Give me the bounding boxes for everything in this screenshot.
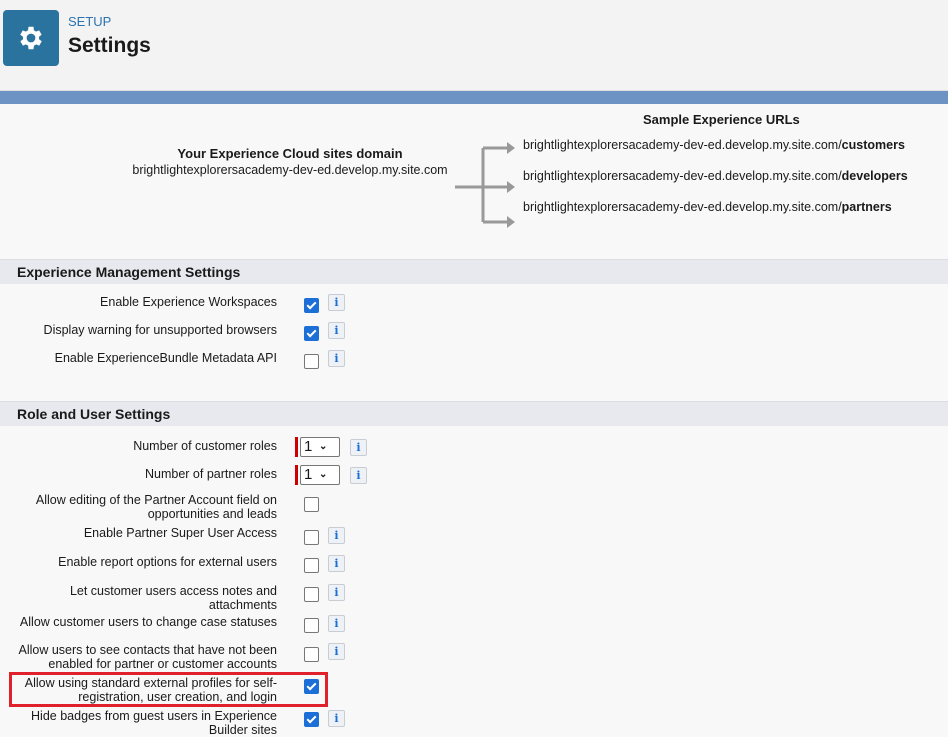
hide-badges-checkbox[interactable] (304, 712, 319, 727)
notes-attachments-checkbox[interactable] (304, 587, 319, 602)
info-icon[interactable]: i (328, 643, 345, 660)
setting-label: Hide badges from guest users in Experien… (31, 709, 277, 737)
info-icon[interactable]: i (350, 467, 367, 484)
domain-value: brightlightexplorersacademy-dev-ed.devel… (132, 163, 448, 177)
setting-label: Allow customer users to change case stat… (19, 615, 277, 629)
setting-label: Enable report options for external users (58, 555, 277, 569)
domain-block: Your Experience Cloud sites domain brigh… (100, 146, 480, 177)
page-header: SETUP Settings (0, 0, 948, 91)
case-status-checkbox[interactable] (304, 618, 319, 633)
setting-label: Allow users to see contacts that have no… (18, 643, 278, 671)
info-icon[interactable]: i (328, 527, 345, 544)
partner-super-user-checkbox[interactable] (304, 530, 319, 545)
setting-label: Enable Partner Super User Access (83, 526, 277, 540)
experiencebundle-api-checkbox[interactable] (304, 354, 319, 369)
branch-arrow-icon (455, 142, 515, 228)
enable-workspaces-checkbox[interactable] (304, 298, 319, 313)
info-icon[interactable]: i (328, 322, 345, 339)
gear-icon (3, 10, 59, 66)
info-icon[interactable]: i (350, 439, 367, 456)
setting-label: Allow using standard external profiles f… (24, 676, 277, 704)
setting-label: Let customer users access notes and atta… (69, 584, 277, 612)
info-icon[interactable]: i (328, 710, 345, 727)
chevron-down-icon: ⌄ (319, 441, 328, 452)
domain-label: Your Experience Cloud sites domain (177, 146, 403, 161)
info-icon[interactable]: i (328, 350, 345, 367)
sample-url-developers[interactable]: brightlightexplorersacademy-dev-ed.devel… (523, 169, 908, 183)
page-title: Settings (68, 34, 151, 57)
setting-label: Number of partner roles (144, 467, 277, 481)
setting-label: Allow editing of the Partner Account fie… (35, 493, 277, 521)
sample-url-partners[interactable]: brightlightexplorersacademy-dev-ed.devel… (523, 200, 892, 214)
info-icon[interactable]: i (328, 294, 345, 311)
info-icon[interactable]: i (328, 555, 345, 572)
info-icon[interactable]: i (328, 615, 345, 632)
setting-label: Enable ExperienceBundle Metadata API (54, 351, 277, 365)
standard-external-profiles-checkbox[interactable] (304, 679, 319, 694)
breadcrumb[interactable]: SETUP (68, 14, 111, 29)
see-contacts-checkbox[interactable] (304, 647, 319, 662)
info-icon[interactable]: i (328, 584, 345, 601)
setting-label: Enable Experience Workspaces (100, 295, 277, 309)
section-role-user: Role and User Settings (0, 401, 948, 426)
section-experience-management: Experience Management Settings (0, 259, 948, 284)
chevron-down-icon: ⌄ (319, 469, 328, 480)
report-options-checkbox[interactable] (304, 558, 319, 573)
decorative-banner (0, 91, 948, 104)
setting-label: Display warning for unsupported browsers (43, 323, 277, 337)
partner-account-edit-checkbox[interactable] (304, 497, 319, 512)
sample-url-customers[interactable]: brightlightexplorersacademy-dev-ed.devel… (523, 138, 905, 152)
unsupported-browser-warning-checkbox[interactable] (304, 326, 319, 341)
setting-label: Number of customer roles (133, 439, 277, 453)
sample-urls-title: Sample Experience URLs (643, 112, 800, 127)
